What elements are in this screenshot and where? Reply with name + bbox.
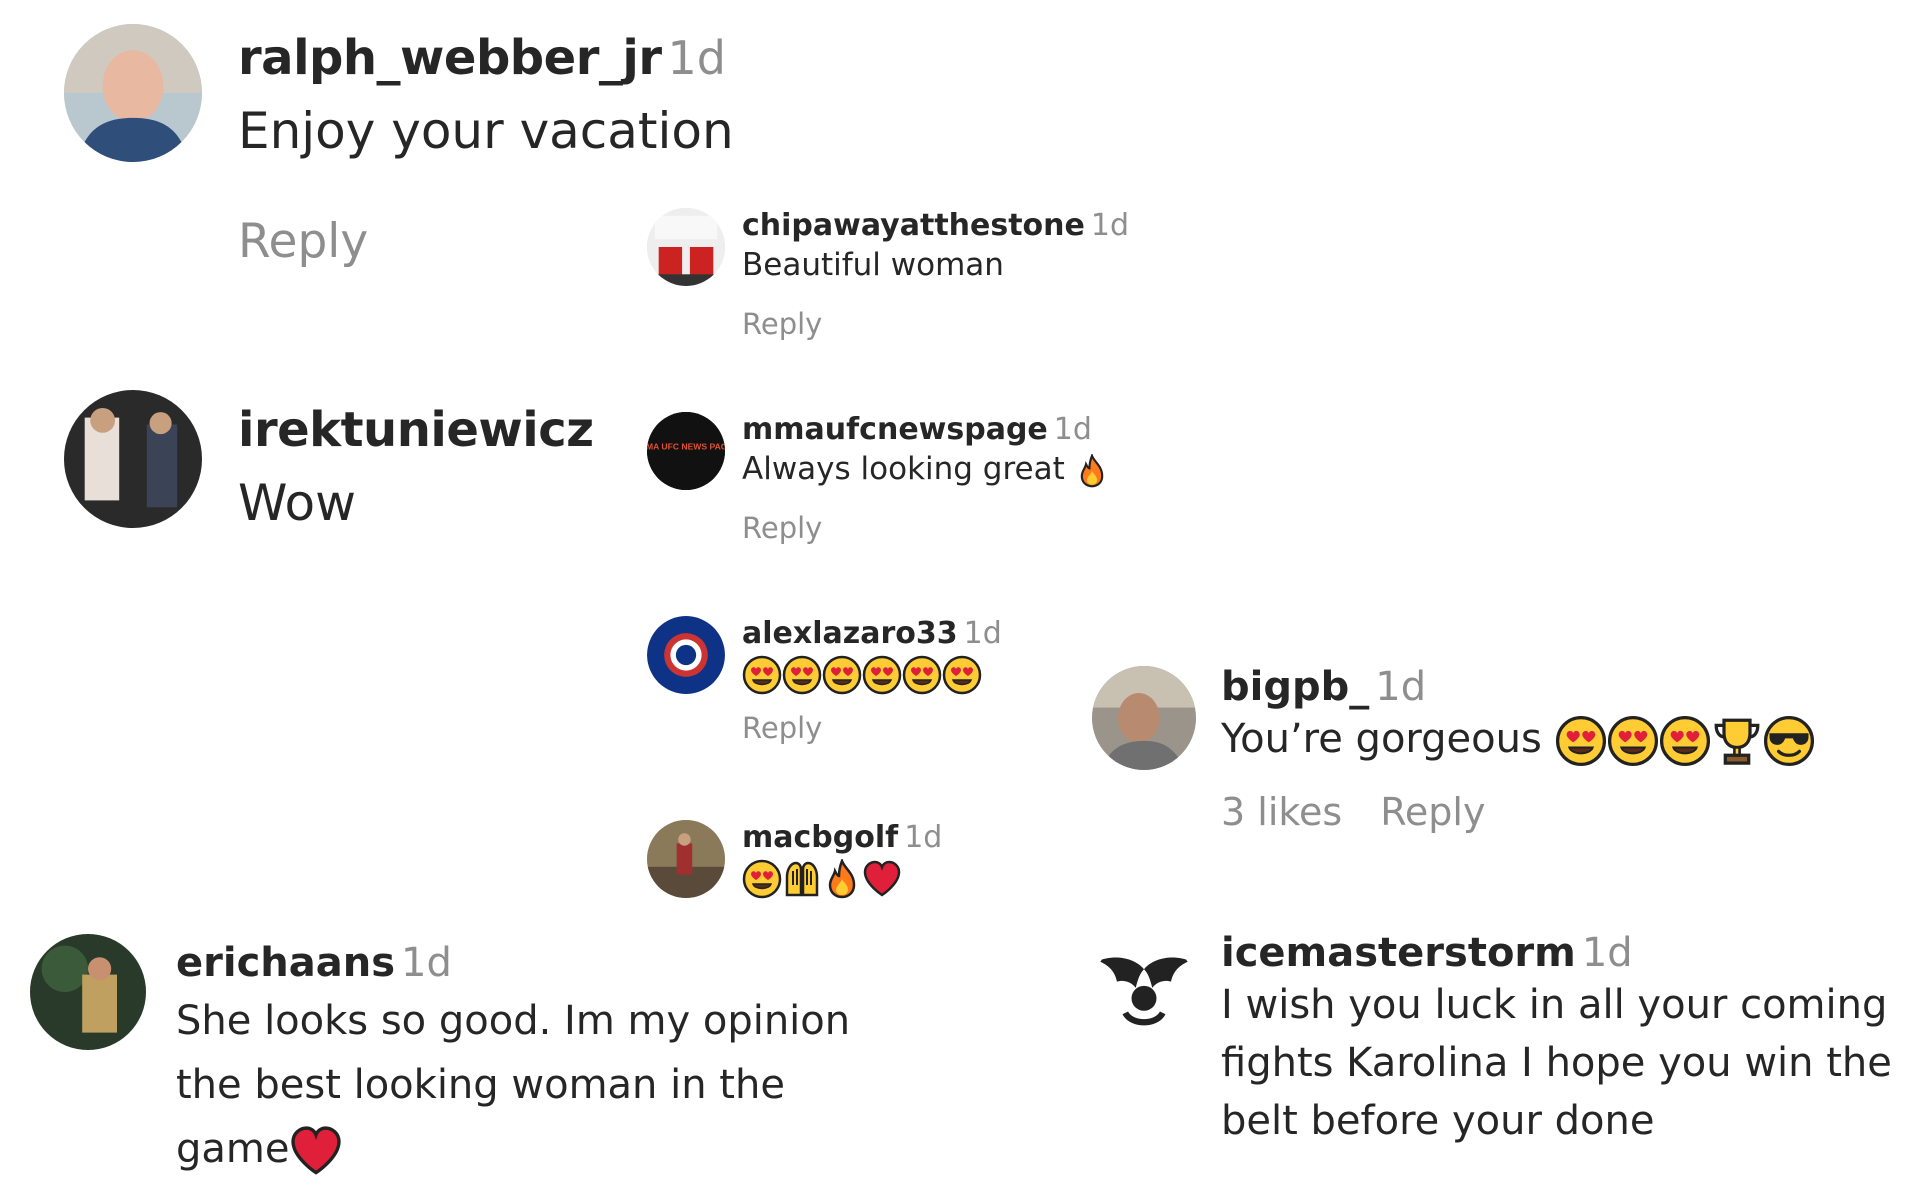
- avatar-photo-icon: [647, 208, 725, 286]
- trophy-icon: [1711, 715, 1763, 767]
- avatar[interactable]: [1092, 666, 1196, 770]
- comment-text-line-1: She looks so good. Im my opinion: [176, 998, 851, 1044]
- timestamp[interactable]: 1d: [964, 616, 1002, 651]
- heart-eyes-icon: [1607, 715, 1659, 767]
- avatar-label: MMA UFC NEWS PAGE: [647, 441, 725, 451]
- heart-eyes-icon: [1659, 715, 1711, 767]
- cubs-logo-icon: [647, 616, 725, 694]
- red-heart-icon: [862, 859, 902, 899]
- heart-eyes-icon: [862, 655, 902, 695]
- avatar-photo-icon: [64, 24, 202, 162]
- comment-text-row: Always looking great: [742, 447, 1109, 491]
- avatar[interactable]: [647, 208, 725, 286]
- reply-button[interactable]: Reply: [742, 511, 822, 545]
- username[interactable]: erichaans: [176, 940, 395, 986]
- heart-eyes-icon: [822, 655, 862, 695]
- comment-text-row: You’re gorgeous: [1221, 710, 1815, 768]
- timestamp[interactable]: 1d: [904, 820, 942, 855]
- comment-irektuniewicz: irektuniewicz Wow: [0, 380, 640, 560]
- timestamp[interactable]: 1d: [401, 940, 452, 986]
- timestamp[interactable]: 1d: [1091, 208, 1129, 243]
- username[interactable]: icemasterstorm: [1221, 930, 1576, 976]
- comment-text: Always looking great: [742, 451, 1065, 487]
- comment-text-line-2: the best looking woman in the: [176, 1062, 785, 1108]
- avatar-photo-icon: [1092, 666, 1196, 770]
- comment-erichaans: erichaans 1d She looks so good. Im my opi…: [0, 930, 1040, 1200]
- timestamp[interactable]: 1d: [1054, 412, 1092, 447]
- avatar-photo-icon: [30, 934, 146, 1050]
- raising-hands-icon: [782, 859, 822, 899]
- comment-bigpb: bigpb_ 1d You’re gorgeous 3 likes Reply: [1080, 660, 1920, 880]
- likes-count[interactable]: 3 likes: [1221, 790, 1342, 834]
- emoji-row: [742, 651, 1002, 695]
- username[interactable]: ralph_webber_jr: [238, 30, 662, 86]
- username[interactable]: mmaufcnewspage: [742, 412, 1048, 447]
- avatar-photo-icon: [647, 820, 725, 898]
- comment-text: Wow: [238, 474, 356, 532]
- comment-icemasterstorm: icemasterstorm 1d I wish you luck in all …: [1080, 930, 1920, 1150]
- comment-mmaufcnewspage: MMA UFC NEWS PAGE mmaufcnewspage1d Alway…: [640, 404, 1140, 564]
- avatar[interactable]: [1092, 938, 1196, 1042]
- winged-logo-icon: [1092, 938, 1196, 1042]
- comment-text-line-1: I wish you luck in all your coming: [1221, 982, 1888, 1028]
- comment-text-line-2: fights Karolina I hope you win the: [1221, 1040, 1892, 1086]
- comment-text-line-3: game: [176, 1126, 290, 1172]
- comment-chipawayatthestone: chipawayatthestone 1d Beautiful woman Rep…: [640, 200, 1140, 360]
- comment-text: Beautiful woman: [742, 247, 1004, 283]
- fire-icon: [1075, 454, 1109, 488]
- avatar[interactable]: [647, 616, 725, 694]
- timestamp[interactable]: 1d: [1375, 664, 1426, 710]
- avatar[interactable]: [647, 820, 725, 898]
- heart-eyes-icon: [782, 655, 822, 695]
- avatar[interactable]: [64, 390, 202, 528]
- username[interactable]: macbgolf: [742, 820, 898, 855]
- comment-macbgolf: macbgolf 1d: [640, 812, 1060, 922]
- heart-eyes-icon: [942, 655, 982, 695]
- comment-text-line-3-row: game: [176, 1120, 850, 1178]
- fire-icon: [822, 859, 862, 899]
- username[interactable]: chipawayatthestone: [742, 208, 1085, 243]
- username[interactable]: alexlazaro33: [742, 616, 958, 651]
- reply-button[interactable]: Reply: [1380, 790, 1485, 834]
- heart-eyes-icon: [742, 655, 782, 695]
- reply-button[interactable]: Reply: [742, 711, 822, 745]
- comment-text: Enjoy your vacation: [238, 102, 734, 160]
- red-heart-icon: [289, 1124, 343, 1178]
- timestamp[interactable]: 1d: [1582, 930, 1633, 976]
- mma-news-logo-icon: MMA UFC NEWS PAGE: [647, 412, 725, 490]
- heart-eyes-icon: [1555, 715, 1607, 767]
- reply-button[interactable]: Reply: [742, 307, 822, 341]
- username[interactable]: irektuniewicz: [238, 402, 594, 458]
- avatar[interactable]: [64, 24, 202, 162]
- avatar[interactable]: MMA UFC NEWS PAGE: [647, 412, 725, 490]
- avatar[interactable]: [30, 934, 146, 1050]
- reply-button[interactable]: Reply: [238, 214, 368, 269]
- heart-eyes-icon: [742, 859, 782, 899]
- comment-alexlazaro33: alexlazaro33 1d Reply: [640, 608, 1060, 768]
- sunglasses-face-icon: [1763, 715, 1815, 767]
- username[interactable]: bigpb_: [1221, 664, 1369, 710]
- comment-text-line-3: belt before your done: [1221, 1098, 1655, 1144]
- comment-text: You’re gorgeous: [1221, 716, 1542, 762]
- avatar-photo-icon: [64, 390, 202, 528]
- heart-eyes-icon: [902, 655, 942, 695]
- emoji-row: [742, 855, 942, 899]
- timestamp[interactable]: 1d: [668, 31, 726, 85]
